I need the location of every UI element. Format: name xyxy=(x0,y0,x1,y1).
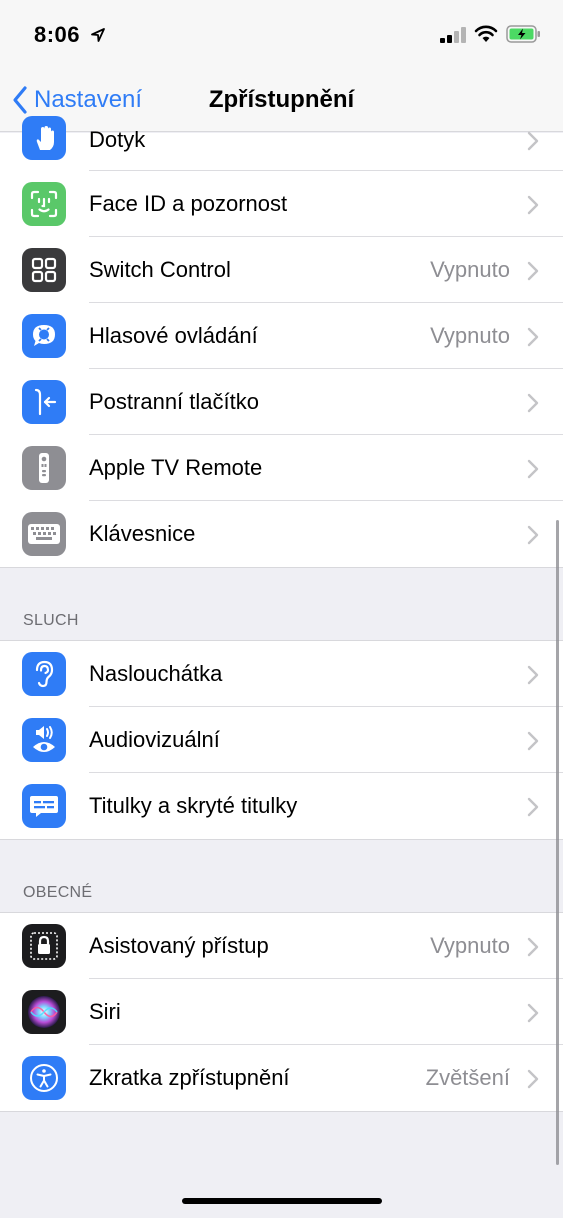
list-item-voice-control[interactable]: Hlasové ovládání Vypnuto xyxy=(0,303,563,369)
face-id-icon xyxy=(22,182,66,226)
list-item-value: Vypnuto xyxy=(430,323,510,348)
hearing-group: Naslouchátka Audiovizuální Titulky a skr… xyxy=(0,641,563,839)
lock-icon xyxy=(22,924,66,968)
chevron-right-icon xyxy=(527,261,539,281)
section-sluch-header: SLUCH xyxy=(0,567,563,641)
scroll-indicator[interactable] xyxy=(556,520,559,1165)
list-item-label: Titulky a skryté titulky xyxy=(89,793,298,818)
switch-control-icon xyxy=(22,248,66,292)
list-item-dotyk[interactable]: Dotyk xyxy=(0,116,563,171)
chevron-right-icon xyxy=(527,1003,539,1023)
cellular-signal-icon xyxy=(440,27,466,43)
list-item-value: Vypnuto xyxy=(430,933,510,958)
chevron-right-icon xyxy=(527,195,539,215)
list-item-label: Asistovaný přístup xyxy=(89,933,269,958)
list-item-value: Zvětšení xyxy=(425,1065,510,1090)
navigation-bar: Nastavení Zpřístupnění xyxy=(0,70,563,132)
section-header: SLUCH xyxy=(23,612,79,629)
list-item-label: Audiovizuální xyxy=(89,727,220,752)
list-item-face-id[interactable]: Face ID a pozornost xyxy=(0,171,563,237)
section-obecne-header: OBECNÉ xyxy=(0,839,563,913)
side-button-icon xyxy=(22,380,66,424)
voice-control-icon xyxy=(22,314,66,358)
chevron-right-icon xyxy=(527,797,539,817)
list-item-guided-access[interactable]: Asistovaný přístup Vypnuto xyxy=(0,913,563,979)
list-item-side-button[interactable]: Postranní tlačítko xyxy=(0,369,563,435)
chevron-right-icon xyxy=(527,525,539,545)
chevron-right-icon xyxy=(527,131,539,151)
chevron-right-icon xyxy=(527,731,539,751)
status-time: 8:06 xyxy=(34,22,81,47)
siri-icon xyxy=(22,990,66,1034)
chevron-right-icon xyxy=(527,393,539,413)
battery-charging-icon xyxy=(506,25,540,43)
interaction-group: Dotyk Face ID a pozornost Switch Control… xyxy=(0,116,563,567)
list-item-label: Face ID a pozornost xyxy=(89,191,288,216)
list-item-label: Switch Control xyxy=(89,257,231,282)
list-item-hearing-aids[interactable]: Naslouchátka xyxy=(0,641,563,707)
accessibility-icon xyxy=(22,1056,66,1100)
list-item-label: Siri xyxy=(89,999,121,1024)
list-item-value: Vypnuto xyxy=(430,257,510,282)
chevron-right-icon xyxy=(527,937,539,957)
list-item-label: Dotyk xyxy=(89,127,146,152)
chevron-right-icon xyxy=(527,459,539,479)
home-indicator[interactable] xyxy=(182,1198,382,1204)
hand-icon xyxy=(22,116,66,160)
chevron-right-icon xyxy=(527,327,539,347)
list-item-label: Hlasové ovládání xyxy=(89,323,258,348)
list-item-keyboard[interactable]: Klávesnice xyxy=(0,501,563,567)
tv-remote-icon xyxy=(22,446,66,490)
list-item-audiovisual[interactable]: Audiovizuální xyxy=(0,707,563,773)
status-bar: 8:06 xyxy=(0,0,563,70)
list-item-siri[interactable]: Siri xyxy=(0,979,563,1045)
list-item-apple-tv-remote[interactable]: Apple TV Remote xyxy=(0,435,563,501)
list-item-label: Apple TV Remote xyxy=(89,455,263,480)
list-item-accessibility-shortcut[interactable]: Zkratka zpřístupnění Zvětšení xyxy=(0,1045,563,1111)
list-item-subtitles[interactable]: Titulky a skryté titulky xyxy=(0,773,563,839)
section-header: OBECNÉ xyxy=(23,884,93,901)
list-item-label: Naslouchátka xyxy=(89,661,223,686)
list-item-switch-control[interactable]: Switch Control Vypnuto xyxy=(0,237,563,303)
audiovisual-icon xyxy=(22,718,66,762)
keyboard-icon xyxy=(22,512,66,556)
settings-list: Dotyk Face ID a pozornost Switch Control… xyxy=(0,116,563,1112)
general-group: Asistovaný přístup Vypnuto Siri Zkratka … xyxy=(0,913,563,1111)
list-item-label: Klávesnice xyxy=(89,521,196,546)
page-title: Zpřístupnění xyxy=(208,86,355,113)
chevron-right-icon xyxy=(527,1069,539,1089)
location-arrow-icon xyxy=(91,28,105,42)
subtitles-icon xyxy=(22,784,66,828)
wifi-icon xyxy=(474,25,498,42)
chevron-right-icon xyxy=(527,665,539,685)
list-item-label: Postranní tlačítko xyxy=(89,389,259,414)
list-item-label: Zkratka zpřístupnění xyxy=(89,1065,290,1090)
ear-icon xyxy=(22,652,66,696)
